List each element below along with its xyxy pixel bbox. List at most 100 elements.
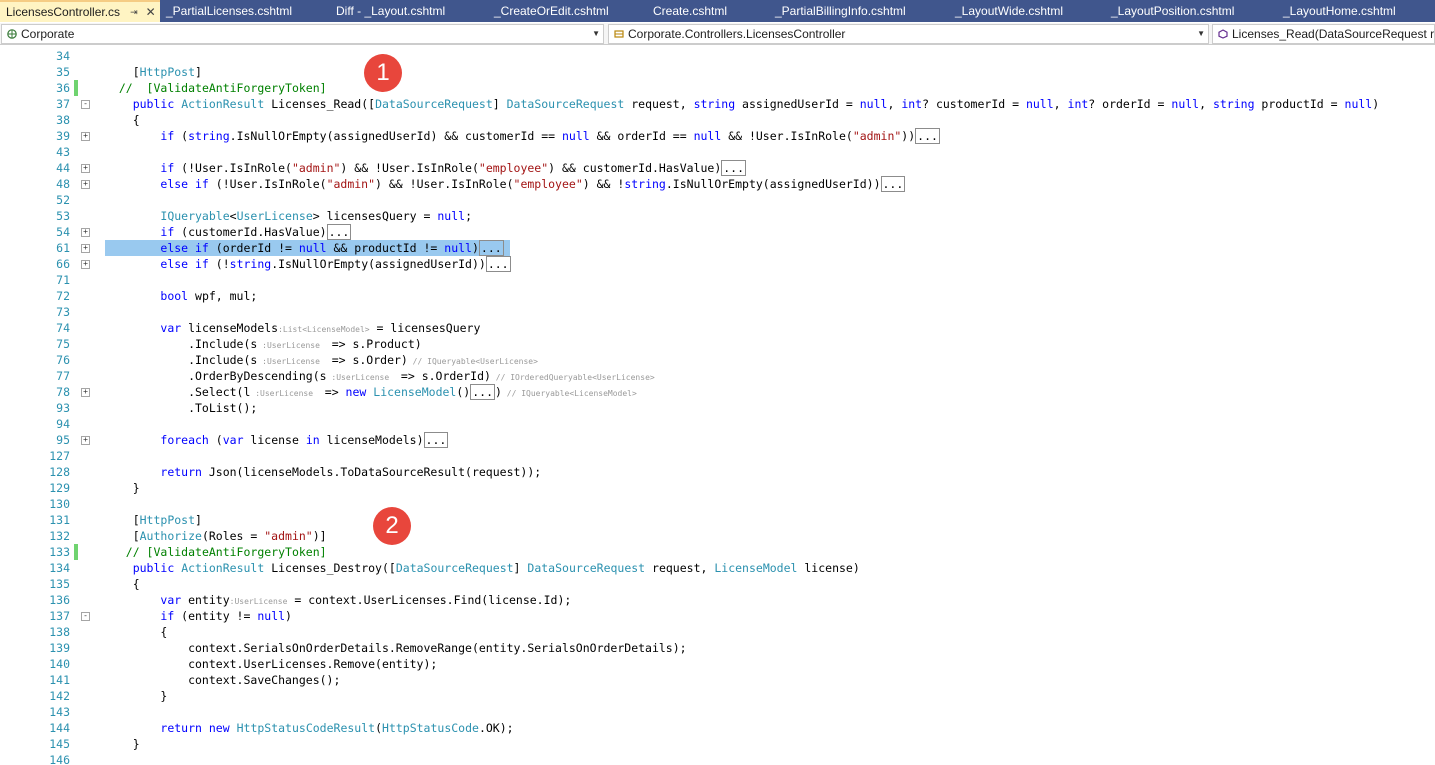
code-editor[interactable]: 34 35 [HttpPost] 36 // [ValidateAntiForger… [0,45,1435,765]
code-line[interactable]: 77 .OrderByDescending(s :UserLicense => … [0,368,1435,384]
code-text: context.SaveChanges(); [105,673,341,687]
code-line[interactable]: 61 + else if (orderId != null && productI… [0,240,1435,256]
code-text: .ToList(); [105,401,258,415]
code-text: else if (!User.IsInRole("admin") && !Use… [160,176,906,192]
code-line[interactable]: 72 bool wpf, mul; [0,288,1435,304]
expand-icon[interactable]: + [81,180,90,189]
expand-icon[interactable]: + [81,244,90,253]
line-number: 72 [56,289,70,303]
line-number: 44 [56,161,70,175]
method-icon [1218,29,1228,39]
code-line[interactable]: 146 [0,752,1435,765]
code-text: { [105,625,168,639]
code-text: context.SerialsOnOrderDetails.RemoveRang… [105,641,687,655]
change-marker [74,80,78,96]
tab-licenses-controller[interactable]: LicensesController.cs ⇥ ✕ [0,0,160,22]
code-line[interactable]: 131 [HttpPost] [0,512,1435,528]
code-line[interactable]: 140 context.UserLicenses.Remove(entity); [0,656,1435,672]
tab-layout-wide[interactable]: _LayoutWide.cshtml [949,0,1105,22]
tab-partial-billing-info[interactable]: _PartialBillingInfo.cshtml [769,0,949,22]
code-line[interactable]: 136 var entity:UserLicense = context.Use… [0,592,1435,608]
tab-label: _LayoutPosition.cshtml [1111,4,1235,18]
collapse-icon[interactable]: - [81,612,90,621]
code-line[interactable]: 137 - if (entity != null) [0,608,1435,624]
code-line[interactable]: 74 var licenseModels:List<LicenseModel> … [0,320,1435,336]
code-line[interactable]: 128 return Json(licenseModels.ToDataSour… [0,464,1435,480]
code-text: [Authorize(Roles = "admin")] [105,529,327,543]
expand-icon[interactable]: + [81,436,90,445]
line-number: 71 [56,273,70,287]
code-line[interactable]: 39 + if (string.IsNullOrEmpty(assignedUse… [0,128,1435,144]
expand-icon[interactable]: + [81,164,90,173]
code-line[interactable]: 129 } [0,480,1435,496]
code-line[interactable]: 135 { [0,576,1435,592]
tab-create[interactable]: Create.cshtml [647,0,769,22]
code-line[interactable]: 75 .Include(s :UserLicense => s.Product) [0,336,1435,352]
code-line[interactable]: 134 public ActionResult Licenses_Destroy… [0,560,1435,576]
code-line[interactable]: 43 [0,144,1435,160]
code-line[interactable]: 145 } [0,736,1435,752]
code-line[interactable]: 143 [0,704,1435,720]
code-line[interactable]: 94 [0,416,1435,432]
expand-icon[interactable]: + [81,260,90,269]
member-dropdown[interactable]: Licenses_Read(DataSourceRequest req [1212,24,1435,44]
project-name: Corporate [21,27,75,41]
tab-layout-position[interactable]: _LayoutPosition.cshtml [1105,0,1277,22]
code-line[interactable]: 34 [0,48,1435,64]
code-text: else if (orderId != null && productId !=… [160,240,504,256]
line-number: 132 [49,529,70,543]
code-line[interactable]: 52 [0,192,1435,208]
code-text: if (entity != null) [160,609,292,623]
project-dropdown[interactable]: Corporate ▼ [1,24,604,44]
code-line[interactable]: 142 } [0,688,1435,704]
code-line[interactable]: 37 - public ActionResult Licenses_Read([D… [0,96,1435,112]
code-line[interactable]: 48 + else if (!User.IsInRole("admin") && … [0,176,1435,192]
tab-diff-layout[interactable]: Diff - _Layout.cshtml [330,0,488,22]
code-line[interactable]: 127 [0,448,1435,464]
code-text: bool wpf, mul; [160,289,258,303]
code-line[interactable]: 76 .Include(s :UserLicense => s.Order) /… [0,352,1435,368]
code-line[interactable]: 35 [HttpPost] [0,64,1435,80]
code-line[interactable]: 73 [0,304,1435,320]
pin-icon[interactable]: ⇥ [130,3,138,22]
code-line[interactable]: 44 + if (!User.IsInRole("admin") && !User… [0,160,1435,176]
line-number: 75 [56,337,70,351]
code-line[interactable]: 138 { [0,624,1435,640]
type-dropdown[interactable]: Corporate.Controllers.LicensesController… [608,24,1209,44]
code-line[interactable]: 36 // [ValidateAntiForgeryToken] [0,80,1435,96]
chevron-down-icon: ▼ [592,29,600,38]
code-line[interactable]: 66 + else if (!string.IsNullOrEmpty(assig… [0,256,1435,272]
expand-icon[interactable]: + [81,228,90,237]
line-number: 141 [49,673,70,687]
line-number: 136 [49,593,70,607]
tab-label: Create.cshtml [653,4,728,18]
code-text: if (customerId.HasValue)... [160,224,352,240]
close-icon[interactable]: ✕ [146,3,156,22]
line-number: 129 [49,481,70,495]
code-line[interactable]: 95 + foreach (var license in licenseModel… [0,432,1435,448]
expand-icon[interactable]: + [81,388,90,397]
code-line[interactable]: 78 + .Select(l :UserLicense => new Licens… [0,384,1435,400]
document-tab-bar: LicensesController.cs ⇥ ✕ _PartialLicens… [0,0,1435,22]
code-line[interactable]: 133 // [ValidateAntiForgeryToken] [0,544,1435,560]
line-number: 140 [49,657,70,671]
code-line[interactable]: 132 [Authorize(Roles = "admin")] [0,528,1435,544]
code-line[interactable]: 54 + if (customerId.HasValue)... [0,224,1435,240]
collapse-icon[interactable]: - [81,100,90,109]
code-text: } [105,481,140,495]
code-line[interactable]: 139 context.SerialsOnOrderDetails.Remove… [0,640,1435,656]
code-line[interactable]: 71 [0,272,1435,288]
code-line[interactable]: 130 [0,496,1435,512]
code-line[interactable]: 38 { [0,112,1435,128]
line-number: 135 [49,577,70,591]
code-line[interactable]: 141 context.SaveChanges(); [0,672,1435,688]
tab-layout-home[interactable]: _LayoutHome.cshtml [1277,0,1435,22]
tab-create-or-edit[interactable]: _CreateOrEdit.cshtml [488,0,647,22]
annotation-badge-2: 2 [373,507,411,545]
expand-icon[interactable]: + [81,132,90,141]
code-line[interactable]: 53 IQueryable<UserLicense> licensesQuery… [0,208,1435,224]
code-line[interactable]: 93 .ToList(); [0,400,1435,416]
tab-partial-licenses[interactable]: _PartialLicenses.cshtml [160,0,330,22]
tab-label: _PartialBillingInfo.cshtml [775,4,906,18]
code-line[interactable]: 144 return new HttpStatusCodeResult(Http… [0,720,1435,736]
